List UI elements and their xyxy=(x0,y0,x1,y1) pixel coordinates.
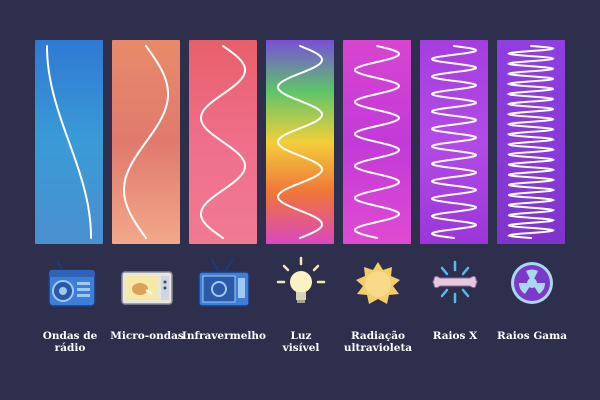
bone-xray-icon xyxy=(420,252,490,316)
wave-panel-radio xyxy=(35,40,103,244)
gamma-wave-svg xyxy=(497,40,565,244)
radiation-icon xyxy=(497,252,567,316)
visible-wave-svg xyxy=(266,40,334,244)
visible-panel-background xyxy=(266,40,334,244)
xray-wave-svg xyxy=(420,40,488,244)
label-gamma: Raios Gama xyxy=(496,330,567,342)
label-xray: Raios X xyxy=(432,330,478,342)
label-infrared: Infravermelho xyxy=(181,330,267,342)
label-visible: Luz visível xyxy=(282,330,320,354)
microwave-wave-svg xyxy=(112,40,180,244)
label-microwave: Micro-ondas xyxy=(110,330,184,342)
sun-icon xyxy=(343,252,413,316)
wave-panel-xray xyxy=(420,40,488,244)
wave-panel-visible xyxy=(266,40,334,244)
light-bulb-icon xyxy=(266,252,336,316)
wave-panel-ultraviolet xyxy=(343,40,411,244)
radio-wave-svg xyxy=(35,40,103,244)
electromagnetic-spectrum: Ondas de rádio Micro-ondas Infravermelho… xyxy=(0,0,600,400)
label-ultraviolet: Radiação ultravioleta xyxy=(343,330,413,354)
microwave-oven-icon xyxy=(112,252,182,316)
radio-icon xyxy=(35,252,105,316)
television-icon xyxy=(189,252,259,316)
ultraviolet-wave-svg xyxy=(343,40,411,244)
wave-panel-microwave xyxy=(112,40,180,244)
infrared-wave-svg xyxy=(189,40,257,244)
label-radio: Ondas de rádio xyxy=(42,330,98,354)
wave-panel-gamma xyxy=(497,40,565,244)
wave-panel-infrared xyxy=(189,40,257,244)
